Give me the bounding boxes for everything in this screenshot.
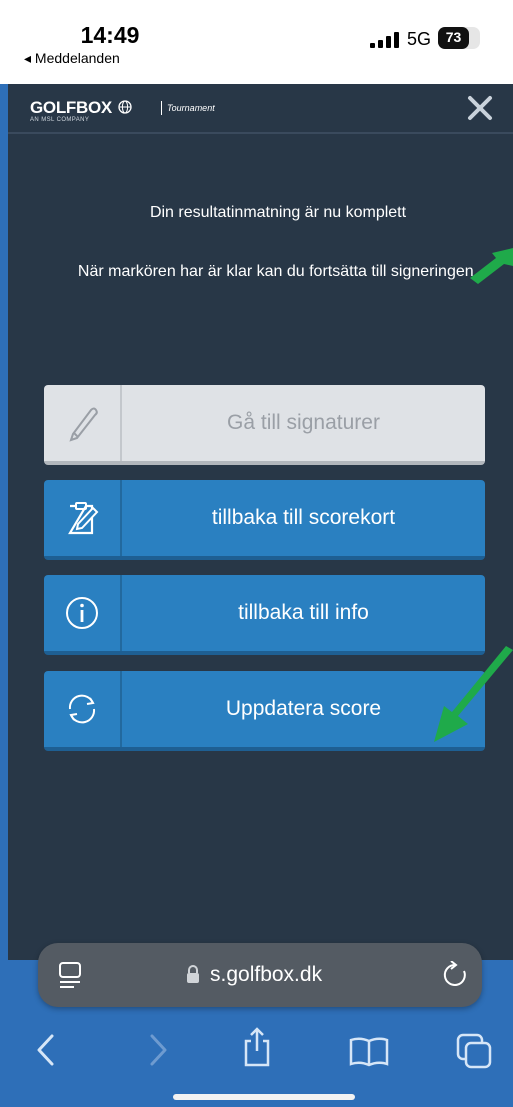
button-label: tillbaka till info: [238, 601, 369, 624]
logo-text: GOLFBOX: [30, 98, 112, 117]
pen-icon: [69, 407, 98, 442]
reader-mode-icon[interactable]: [58, 961, 84, 989]
annotation-arrow-top: [470, 248, 513, 284]
signal-icon: [370, 32, 399, 48]
home-indicator[interactable]: [173, 1094, 355, 1100]
battery-level: 73: [445, 29, 462, 45]
bookmarks-icon[interactable]: [349, 1037, 389, 1067]
globe-icon: [118, 100, 133, 114]
tabs-icon[interactable]: [456, 1033, 494, 1069]
annotation-arrow-bottom: [434, 646, 513, 742]
scorecard-edit-icon: [68, 502, 99, 535]
battery-icon: 73: [438, 27, 480, 49]
logo-tagline: Tournament: [167, 103, 215, 113]
button-label: Gå till signaturer: [227, 411, 380, 434]
lock-icon: [187, 965, 199, 983]
app-header: GOLFBOX AN MSL COMPANY Tournament: [8, 84, 513, 134]
reload-icon[interactable]: [442, 961, 468, 989]
back-to-app-link[interactable]: ◂ Meddelanden: [24, 50, 120, 67]
logo-subtext: AN MSL COMPANY: [30, 117, 90, 123]
info-icon: [66, 597, 98, 629]
url-text: s.golfbox.dk: [210, 963, 323, 986]
back-to-info-button[interactable]: tillbaka till info: [44, 575, 485, 655]
go-to-signatures-button[interactable]: Gå till signaturer: [44, 385, 485, 465]
button-label: tillbaka till scorekort: [211, 506, 396, 529]
status-time: 14:49: [80, 22, 140, 48]
completion-message: Din resultatinmatning är nu komplett: [149, 204, 407, 221]
button-label: Uppdatera score: [225, 697, 382, 720]
address-bar[interactable]: s.golfbox.dk: [38, 943, 482, 1007]
update-score-button[interactable]: Uppdatera score: [44, 671, 485, 751]
app-screen: GOLFBOX AN MSL COMPANY Tournament Din re…: [8, 84, 513, 960]
status-bar: 14:49 ◂ Meddelanden 5G 73: [0, 0, 513, 84]
browser-toolbar: s.golfbox.dk: [0, 915, 513, 1107]
logo-divider: [161, 101, 162, 115]
back-to-scorecard-button[interactable]: tillbaka till scorekort: [44, 480, 485, 560]
share-icon[interactable]: [242, 1027, 272, 1067]
refresh-icon: [68, 694, 96, 724]
back-arrow-icon[interactable]: [36, 1033, 56, 1067]
close-icon[interactable]: [464, 92, 496, 124]
forward-arrow-icon[interactable]: [148, 1033, 168, 1067]
signing-instruction: När markören har är klar kan du fortsätt…: [77, 263, 479, 280]
network-type: 5G: [407, 29, 432, 49]
golfbox-logo: GOLFBOX AN MSL COMPANY Tournament: [30, 98, 215, 123]
